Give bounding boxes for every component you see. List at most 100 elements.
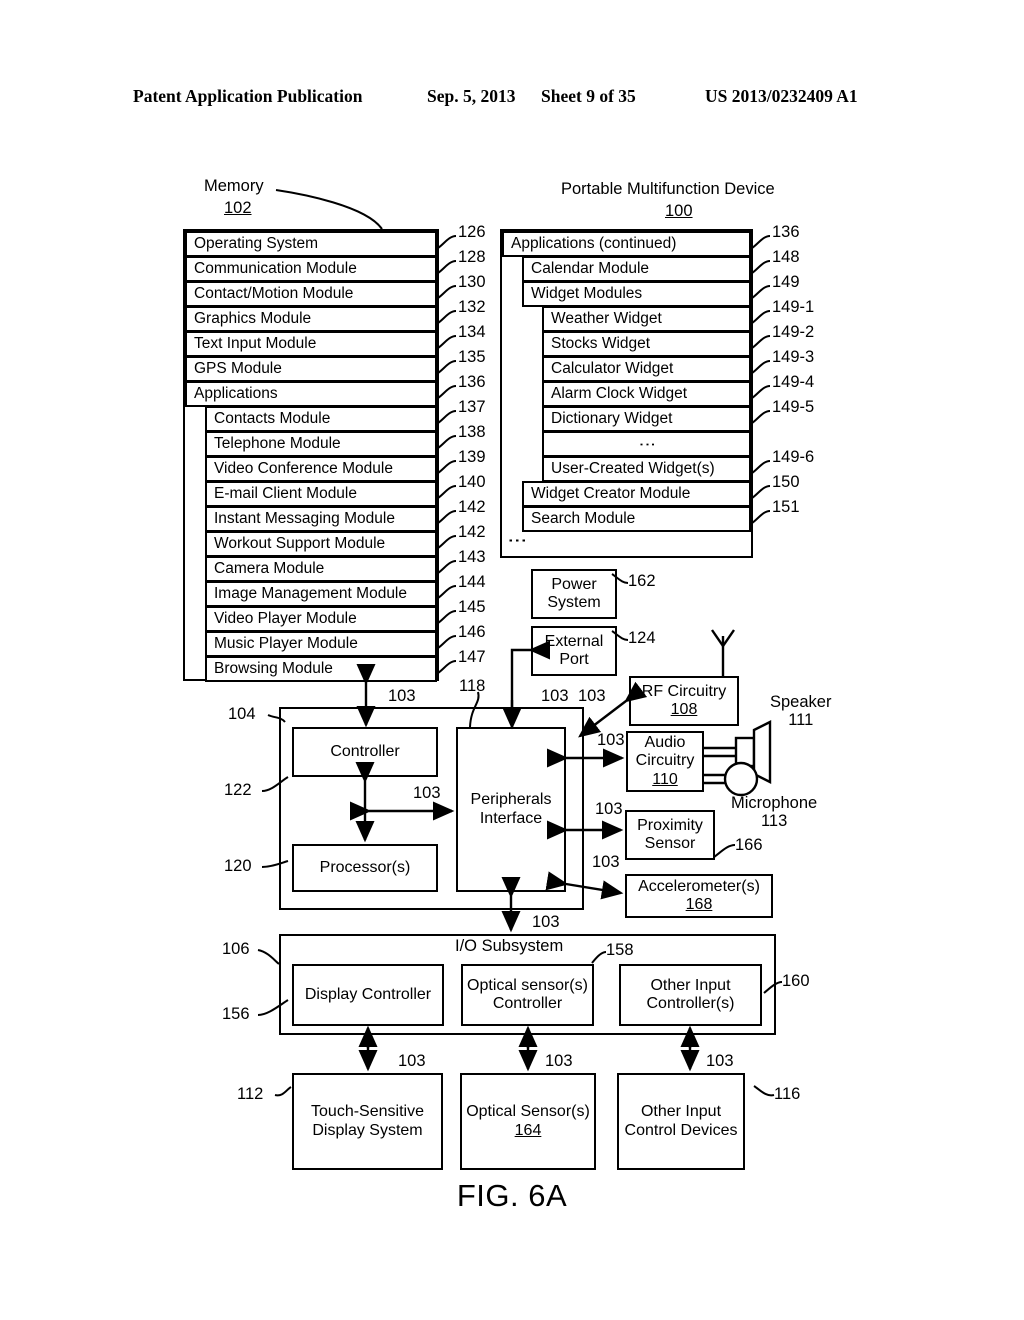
memory-row[interactable]: Applications [185,381,437,407]
memory-row-ref: 143 [458,548,486,566]
proximity-sensor-ref: 166 [735,836,763,854]
device-row[interactable]: User-Created Widget(s) [542,456,751,482]
cpu-group-ref: 104 [228,705,256,723]
peripherals-interface-block: Peripherals Interface [456,727,566,892]
memory-row-ref: 140 [458,473,486,491]
other-input-devices-block: Other Input Control Devices [617,1073,745,1170]
device-row[interactable]: ⋮ [542,431,751,457]
device-row[interactable]: Calendar Module [522,256,751,282]
proximity-sensor-label: Proximity Sensor [637,816,703,852]
device-row[interactable]: Weather Widget [542,306,751,332]
microphone-ref: 113 [760,811,788,830]
device-row[interactable]: Calculator Widget [542,356,751,382]
memory-row-ref: 138 [458,423,486,441]
device-row-ref: 149-5 [772,398,815,416]
device-row[interactable]: Applications (continued) [502,231,751,257]
memory-row[interactable]: Video Player Module [205,606,437,632]
bus-label: 103 [592,853,620,871]
device-row-ref: 136 [772,223,800,241]
memory-row[interactable]: Camera Module [205,556,437,582]
memory-row[interactable]: Operating System [185,231,437,257]
external-port-ref: 124 [628,629,656,647]
memory-row-label: Communication Module [194,260,357,278]
memory-row[interactable]: Contact/Motion Module [185,281,437,307]
device-row-ref: 150 [772,473,800,491]
device-row[interactable]: Stocks Widget [542,331,751,357]
other-input-devices-ref: 116 [774,1085,801,1103]
device-row-label: Widget Creator Module [531,485,691,503]
microphone-label: Microphone 113 [731,794,818,830]
device-ref: 100 [665,202,693,220]
touch-display-ref: 112 [237,1085,264,1103]
memory-row[interactable]: Graphics Module [185,306,437,332]
memory-row-label: Video Player Module [214,610,357,628]
device-row[interactable]: Alarm Clock Widget [542,381,751,407]
memory-row[interactable]: Telephone Module [205,431,437,457]
sheet-number: Sheet 9 of 35 [541,86,636,106]
optical-sensor-controller-ref: 158 [606,941,634,959]
device-row-label: Dictionary Widget [551,410,673,428]
external-port-label: External Port [544,632,604,668]
memory-row[interactable]: E-mail Client Module [205,481,437,507]
memory-title: Memory [204,177,264,195]
memory-row-label: Camera Module [214,560,325,578]
memory-row-label: Text Input Module [194,335,317,353]
device-row-label: Alarm Clock Widget [551,385,688,403]
memory-row-ref: 136 [458,373,486,391]
patent-number: US 2013/0232409 A1 [705,86,858,106]
memory-row[interactable]: Video Conference Module [205,456,437,482]
device-row-label: Weather Widget [551,310,662,328]
memory-row-ref: 144 [458,573,486,591]
widget-ellipsis: ⋮ [637,435,657,453]
memory-row-label: Music Player Module [214,635,358,653]
publication-title: Patent Application Publication [133,86,363,106]
memory-row-ref: 142 [458,498,486,516]
device-row-label: Calendar Module [531,260,650,278]
speaker-ref: 111 [788,710,814,729]
memory-row-label: Telephone Module [214,435,341,453]
bus-label: 103 [595,800,623,818]
external-port-block: External Port [531,626,617,676]
proximity-sensor-block: Proximity Sensor [625,810,715,860]
memory-row[interactable]: Text Input Module [185,331,437,357]
optical-sensor-ref: 164 [514,1121,542,1139]
processor-label: Processor(s) [319,858,411,876]
other-input-controller-label: Other Input Controller(s) [646,976,735,1012]
touch-display-block: Touch-Sensitive Display System [292,1073,443,1170]
memory-row-label: Contacts Module [214,410,331,428]
other-input-controller-ref: 160 [782,972,810,990]
device-row[interactable]: Search Module [522,506,751,532]
memory-row-ref: 134 [458,323,486,341]
memory-ref: 102 [224,199,252,217]
memory-row[interactable]: GPS Module [185,356,437,382]
device-row-ref: 148 [772,248,800,266]
memory-row[interactable]: Instant Messaging Module [205,506,437,532]
memory-row[interactable]: Contacts Module [205,406,437,432]
device-row[interactable]: Widget Creator Module [522,481,751,507]
device-row-ref: 149-1 [772,298,815,316]
device-row[interactable]: Widget Modules [522,281,751,307]
memory-row-label: Contact/Motion Module [194,285,354,303]
memory-row-label: Operating System [194,235,319,253]
bus-label: 103 [706,1052,734,1070]
bus-label: 103 [578,687,606,705]
controller-ref: 122 [224,781,252,799]
memory-row[interactable]: Browsing Module [205,656,437,682]
memory-row[interactable]: Music Player Module [205,631,437,657]
rf-circuitry-ref: 108 [670,701,698,718]
display-controller-block: Display Controller [292,964,444,1026]
memory-row-ref: 128 [458,248,486,266]
bus-label: 103 [388,687,416,705]
memory-row-ref: 147 [458,648,486,666]
optical-sensor-controller-block: Optical sensor(s) Controller [461,964,594,1026]
device-row[interactable]: Dictionary Widget [542,406,751,432]
memory-row[interactable]: Image Management Module [205,581,437,607]
memory-row[interactable]: Workout Support Module [205,531,437,557]
memory-row[interactable]: Communication Module [185,256,437,282]
device-row-ref: 149 [772,273,800,291]
bus-label: 103 [541,687,569,705]
power-system-ref: 162 [628,572,656,590]
io-subsystem-ref: 106 [222,940,250,958]
other-input-devices-label: Other Input Control Devices [624,1103,738,1139]
memory-row-label: Applications [194,385,278,403]
